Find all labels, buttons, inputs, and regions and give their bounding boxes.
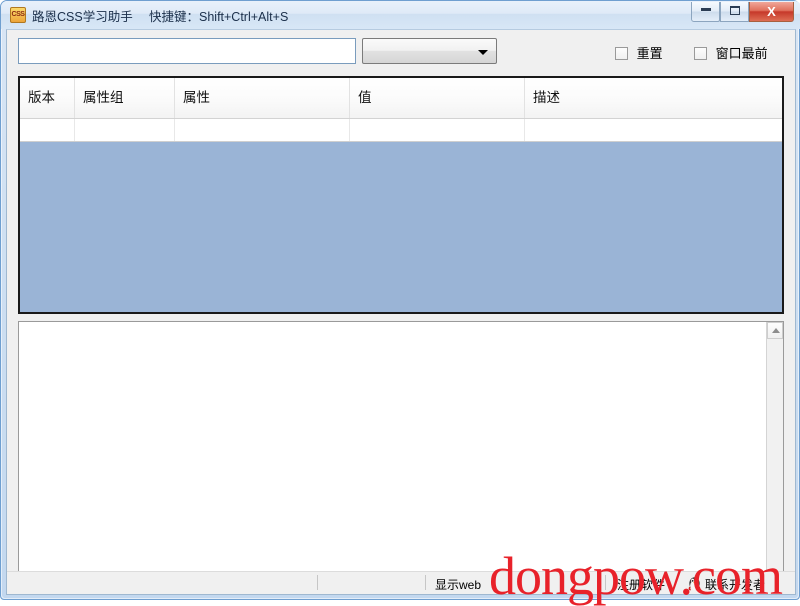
application-window: CSS 路恩CSS学习助手 快捷键：Shift+Ctrl+Alt+S X 重置: [0, 0, 800, 603]
css-properties-table[interactable]: 版本 属性组 属性 值 描述: [18, 76, 784, 314]
status-divider: [425, 575, 426, 590]
checkbox-box-icon: [694, 47, 707, 60]
qq-penguin-icon: [688, 577, 701, 591]
column-header-property[interactable]: 属性: [175, 78, 350, 118]
window-title: 路恩CSS学习助手: [32, 10, 133, 24]
always-on-top-checkbox-label: 窗口最前: [715, 46, 768, 61]
shortcut-hint-label: 快捷键：Shift+Ctrl+Alt+S: [149, 10, 289, 24]
output-vertical-scrollbar[interactable]: [766, 322, 783, 592]
toolbar: 重置 窗口最前: [7, 30, 795, 74]
cell-property: [175, 119, 350, 141]
search-input[interactable]: [18, 38, 356, 64]
cell-description: [525, 119, 782, 141]
minimize-button[interactable]: [691, 2, 720, 22]
status-bar: 显示web 注册软件 联系开发者: [7, 571, 795, 594]
reset-checkbox[interactable]: 重置: [615, 43, 663, 62]
table-row[interactable]: [20, 119, 782, 142]
close-icon: X: [767, 4, 776, 19]
show-web-button[interactable]: 显示web: [435, 576, 481, 593]
table-header-row: 版本 属性组 属性 值 描述: [20, 78, 782, 119]
column-header-description[interactable]: 描述: [525, 78, 782, 118]
maximize-icon: [729, 6, 740, 15]
scroll-up-button[interactable]: [767, 322, 783, 339]
checkbox-box-icon: [615, 47, 628, 60]
minimize-icon: [700, 8, 711, 11]
app-icon: CSS: [10, 7, 26, 23]
output-panel[interactable]: [18, 321, 784, 593]
status-divider: [605, 575, 606, 590]
cell-version: [20, 119, 75, 141]
always-on-top-checkbox[interactable]: 窗口最前: [694, 43, 768, 62]
title-bar[interactable]: CSS 路恩CSS学习助手 快捷键：Shift+Ctrl+Alt+S X: [1, 1, 800, 29]
cell-value: [350, 119, 525, 141]
column-header-version[interactable]: 版本: [20, 78, 75, 118]
arrow-up-icon: [772, 328, 780, 333]
close-button[interactable]: X: [749, 2, 794, 22]
reset-checkbox-label: 重置: [636, 46, 663, 61]
column-header-value[interactable]: 值: [350, 78, 525, 118]
chevron-down-icon: [478, 50, 488, 55]
register-software-link[interactable]: 注册软件: [617, 576, 665, 593]
cell-property-group: [75, 119, 175, 141]
filter-combobox[interactable]: [362, 38, 497, 64]
table-empty-selection-area[interactable]: [20, 142, 782, 312]
maximize-button[interactable]: [720, 2, 749, 22]
contact-developer-link[interactable]: 联系开发者: [705, 576, 765, 593]
client-area: 重置 窗口最前 版本 属性组 属性 值 描述 显示web 注册软件 联系开发者: [6, 29, 796, 595]
status-divider: [317, 575, 318, 590]
column-header-property-group[interactable]: 属性组: [75, 78, 175, 118]
